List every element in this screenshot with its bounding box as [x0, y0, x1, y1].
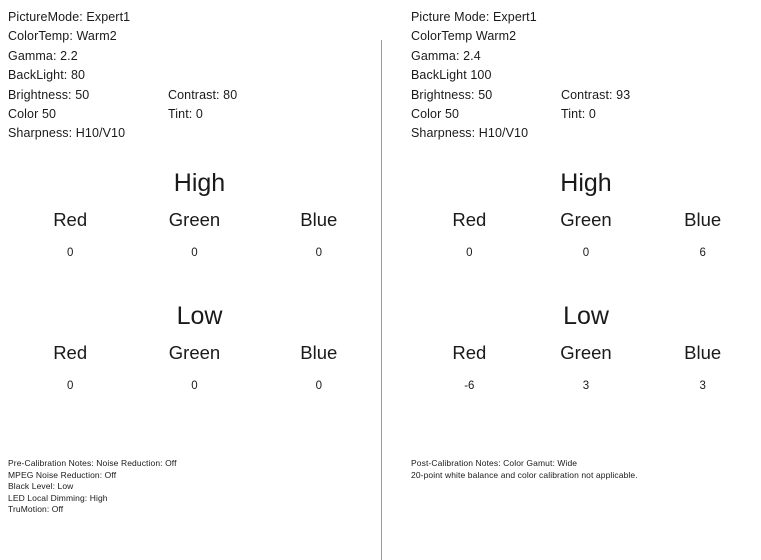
setting-row-picture-mode: PictureMode: Expert1 [8, 8, 381, 27]
calibration-sheet: PictureMode: Expert1 ColorTemp: Warm2 Ga… [0, 0, 761, 560]
setting-gamma: Gamma: 2.4 [411, 48, 481, 63]
high-red-label: Red [452, 208, 487, 230]
low-blue-label: Blue [300, 341, 338, 363]
high-blue-value: 6 [699, 246, 706, 259]
high-group: High Red 0 Green 0 Blue 0 [8, 168, 381, 261]
setting-row-color-tint: Color 50 Tint: 0 [8, 105, 381, 124]
low-green-value: 3 [582, 379, 590, 392]
note-line: MPEG Noise Reduction: Off [8, 469, 117, 480]
post-calibration-settings: Picture Mode: Expert1 ColorTemp Warm2 Ga… [411, 8, 761, 144]
setting-picture-mode: Picture Mode: Expert1 [411, 10, 537, 24]
high-green-value: 0 [582, 246, 590, 259]
high-green-label: Green [560, 208, 612, 230]
high-green-cell: Green 0 [132, 209, 256, 261]
setting-row-sharpness: Sharpness: H10/V10 [8, 124, 381, 143]
low-group: Low Red -6 Green 3 Blue 3 [411, 301, 761, 394]
high-blue-value: 0 [315, 246, 323, 259]
pre-calibration-notes: Pre-Calibration Notes: Noise Reduction: … [8, 458, 177, 516]
low-group-title: Low [563, 301, 609, 330]
post-calibration-panel: Picture Mode: Expert1 ColorTemp Warm2 Ga… [381, 0, 761, 560]
setting-gamma: Gamma: 2.2 [8, 48, 78, 63]
note-line: LED Local Dimming: High [8, 492, 108, 503]
setting-backlight: BackLight 100 [411, 68, 492, 83]
setting-row-brightness-contrast: Brightness: 50 Contrast: 80 [8, 86, 381, 105]
setting-row-gamma: Gamma: 2.2 [8, 47, 381, 66]
low-label-row: Red -6 Green 3 Blue 3 [411, 342, 761, 394]
low-blue-cell: Blue 3 [644, 342, 761, 394]
low-green-value: 0 [191, 379, 198, 392]
setting-row-gamma: Gamma: 2.4 [411, 47, 761, 66]
low-red-cell: Red -6 [411, 342, 528, 394]
high-green-cell: Green 0 [528, 209, 645, 261]
low-group-title: Low [176, 301, 223, 330]
high-blue-cell: Blue 0 [257, 209, 381, 261]
high-blue-cell: Blue 6 [644, 209, 761, 261]
high-blue-label: Blue [300, 208, 338, 230]
setting-contrast: Contrast: 80 [168, 87, 238, 102]
pre-calibration-panel: PictureMode: Expert1 ColorTemp: Warm2 Ga… [0, 0, 381, 560]
low-green-cell: Green 0 [132, 342, 256, 394]
setting-brightness: Brightness: 50 [411, 87, 493, 102]
low-blue-value: 0 [315, 379, 323, 392]
setting-tint: Tint: 0 [168, 107, 203, 122]
high-group: High Red 0 Green 0 Blue 6 [411, 168, 761, 261]
note-line: Black Level: Low [8, 481, 74, 492]
setting-sharpness: Sharpness: H10/V10 [8, 126, 126, 141]
high-red-value: 0 [466, 246, 473, 259]
low-green-cell: Green 3 [528, 342, 645, 394]
setting-picture-mode: PictureMode: Expert1 [8, 10, 131, 24]
note-line: 20-point white balance and color calibra… [411, 469, 638, 480]
high-blue-label: Blue [684, 208, 722, 230]
low-blue-label: Blue [684, 341, 722, 363]
high-red-label: Red [53, 208, 88, 230]
high-red-value: 0 [66, 246, 74, 259]
high-red-cell: Red 0 [8, 209, 132, 261]
setting-row-color-temp: ColorTemp: Warm2 [8, 27, 381, 46]
setting-color: Color 50 [411, 107, 460, 122]
setting-row-backlight: BackLight 100 [411, 66, 761, 85]
low-red-label: Red [452, 341, 487, 363]
low-blue-value: 3 [699, 379, 706, 392]
setting-tint: Tint: 0 [561, 107, 596, 122]
low-red-label: Red [53, 341, 88, 363]
low-group: Low Red 0 Green 0 Blue 0 [8, 301, 381, 394]
high-green-label: Green [168, 208, 221, 230]
note-line: TruMotion: Off [8, 504, 64, 515]
note-line: Pre-Calibration Notes: Noise Reduction: … [8, 458, 177, 468]
setting-contrast: Contrast: 93 [561, 87, 631, 102]
high-label-row: Red 0 Green 0 Blue 6 [411, 209, 761, 261]
low-red-value: 0 [66, 379, 74, 392]
setting-color: Color 50 [8, 107, 57, 122]
setting-row-color-tint: Color 50 Tint: 0 [411, 105, 761, 124]
low-green-label: Green [560, 341, 612, 363]
setting-row-color-temp: ColorTemp Warm2 [411, 27, 761, 46]
high-group-title: High [560, 168, 612, 197]
setting-brightness: Brightness: 50 [8, 87, 90, 102]
setting-backlight: BackLight: 80 [8, 68, 86, 83]
high-red-cell: Red 0 [411, 209, 528, 261]
low-blue-cell: Blue 0 [257, 342, 381, 394]
setting-row-picture-mode: Picture Mode: Expert1 [411, 8, 761, 27]
low-label-row: Red 0 Green 0 Blue 0 [8, 342, 381, 394]
setting-row-backlight: BackLight: 80 [8, 66, 381, 85]
high-label-row: Red 0 Green 0 Blue 0 [8, 209, 381, 261]
setting-row-sharpness: Sharpness: H10/V10 [411, 124, 761, 143]
pre-calibration-settings: PictureMode: Expert1 ColorTemp: Warm2 Ga… [8, 8, 381, 144]
setting-color-temp: ColorTemp: Warm2 [8, 29, 117, 44]
high-green-value: 0 [191, 246, 198, 259]
post-calibration-notes: Post-Calibration Notes: Color Gamut: Wid… [411, 458, 638, 481]
note-line: Post-Calibration Notes: Color Gamut: Wid… [411, 458, 578, 468]
setting-row-brightness-contrast: Brightness: 50 Contrast: 93 [411, 86, 761, 105]
setting-color-temp: ColorTemp Warm2 [411, 29, 517, 44]
low-red-cell: Red 0 [8, 342, 132, 394]
high-group-title: High [173, 168, 226, 197]
low-green-label: Green [168, 341, 221, 363]
setting-sharpness: Sharpness: H10/V10 [411, 126, 529, 141]
low-red-value: -6 [464, 379, 475, 392]
